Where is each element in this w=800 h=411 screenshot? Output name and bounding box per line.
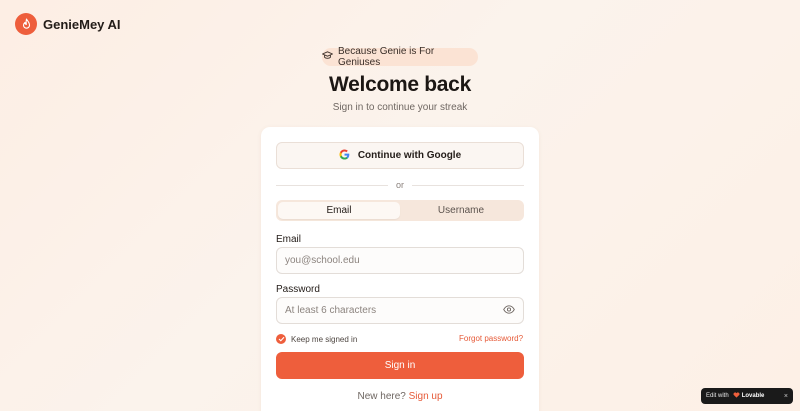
graduation-cap-icon xyxy=(322,51,333,63)
tagline-badge: Because Genie is For Geniuses xyxy=(322,46,478,68)
edit-with-lovable-badge[interactable]: Edit with Lovable × xyxy=(701,388,793,404)
heart-icon xyxy=(733,392,740,400)
password-field[interactable]: At least 6 characters xyxy=(276,297,524,324)
remember-me-checkbox[interactable]: Keep me signed in xyxy=(276,334,357,344)
password-placeholder: At least 6 characters xyxy=(285,305,377,316)
password-label: Password xyxy=(276,284,320,295)
page-title: Welcome back xyxy=(329,73,471,96)
app-name: GenieMey AI xyxy=(43,16,121,32)
google-signin-button[interactable]: Continue with Google xyxy=(276,142,524,169)
email-placeholder: you@school.edu xyxy=(285,255,360,266)
signin-button[interactable]: Sign in xyxy=(276,352,524,379)
remember-me-label: Keep me signed in xyxy=(291,334,358,344)
google-icon xyxy=(339,148,350,163)
badge-prefix: Edit with xyxy=(706,393,729,399)
email-label: Email xyxy=(276,234,302,245)
login-method-toggle: Email Username xyxy=(276,200,524,221)
forgot-password-link[interactable]: Forgot password? xyxy=(459,334,523,343)
close-icon[interactable]: × xyxy=(784,393,788,400)
lovable-brand-text: Lovable xyxy=(741,393,765,399)
signup-prompt: New here? Sign up xyxy=(0,391,800,402)
flame-icon xyxy=(15,13,37,35)
email-field[interactable]: you@school.edu xyxy=(276,247,524,274)
checkmark-icon xyxy=(276,334,286,344)
divider-text: or xyxy=(396,180,405,190)
signup-prompt-text: New here? xyxy=(357,391,406,402)
tab-email[interactable]: Email xyxy=(278,202,400,219)
signup-link[interactable]: Sign up xyxy=(409,391,443,402)
or-divider: or xyxy=(276,179,525,191)
google-button-label: Continue with Google xyxy=(357,150,462,161)
divider-line-left xyxy=(276,184,388,186)
page-subtitle: Sign in to continue your streak xyxy=(332,102,468,113)
tab-username[interactable]: Username xyxy=(400,202,522,219)
eye-icon[interactable] xyxy=(503,305,515,317)
tagline-text: Because Genie is For Geniuses xyxy=(338,46,435,68)
app-logo[interactable]: GenieMey AI xyxy=(15,13,121,35)
divider-line-right xyxy=(412,184,525,186)
lovable-brand: Lovable xyxy=(733,392,765,400)
